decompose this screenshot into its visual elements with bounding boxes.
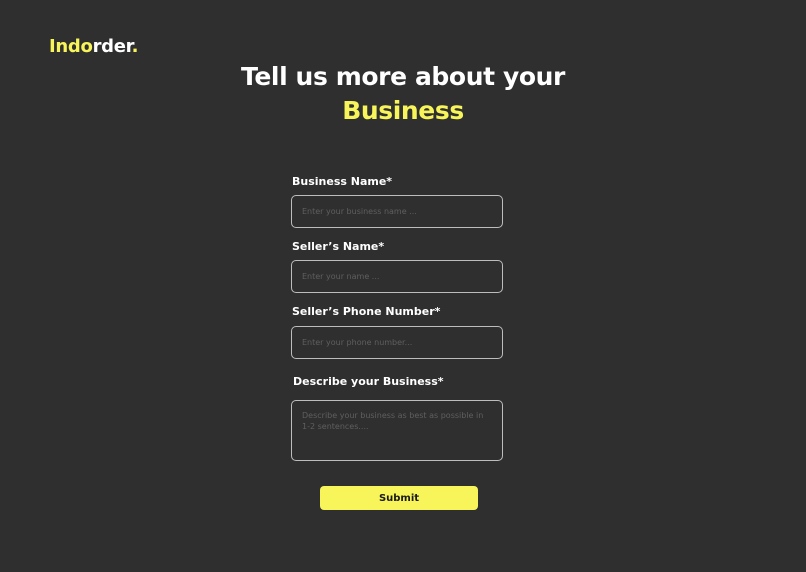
brand-logo-dot: . (131, 36, 139, 57)
business-description-label: Describe your Business* (293, 375, 444, 388)
brand-logo: Indorder. (49, 36, 138, 58)
business-description-textarea[interactable] (291, 400, 503, 461)
page-title-line2: Business (342, 96, 464, 125)
brand-logo-rest: rder (92, 36, 132, 57)
seller-name-input[interactable] (291, 260, 503, 293)
seller-phone-input[interactable] (291, 326, 503, 359)
page-title: Tell us more about your Business (0, 60, 806, 128)
seller-name-label: Seller’s Name* (292, 240, 385, 253)
business-name-input[interactable] (291, 195, 503, 228)
submit-button[interactable]: Submit (320, 486, 478, 510)
brand-logo-accent: Indo (49, 36, 93, 57)
business-name-label: Business Name* (292, 175, 393, 188)
seller-phone-label: Seller’s Phone Number* (292, 305, 441, 318)
page-title-line1: Tell us more about your (241, 62, 565, 91)
